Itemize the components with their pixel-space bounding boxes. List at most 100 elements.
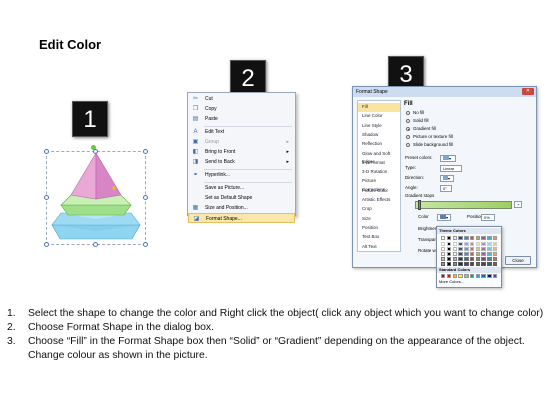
dialog-nav-crop[interactable]: Crop — [358, 205, 400, 214]
color-swatch[interactable] — [441, 252, 446, 256]
color-swatch[interactable] — [469, 252, 475, 256]
color-swatch[interactable] — [469, 247, 475, 251]
color-swatch[interactable] — [475, 262, 481, 266]
color-swatch[interactable] — [458, 252, 463, 256]
more-colors-link[interactable]: More Colors... — [439, 279, 464, 284]
dialog-close-icon[interactable]: ✕ — [522, 88, 534, 95]
color-swatch[interactable] — [469, 262, 475, 266]
color-swatch[interactable] — [464, 257, 469, 261]
dialog-nav-shadow[interactable]: Shadow — [358, 131, 400, 140]
dialog-nav-size[interactable]: Size — [358, 215, 400, 224]
color-swatch[interactable] — [452, 252, 457, 256]
menu-item-send-to-back[interactable]: ◨ Send to Back ▸ — [188, 157, 295, 167]
color-swatch[interactable] — [475, 247, 481, 251]
color-swatch[interactable] — [446, 247, 452, 251]
preset-colors-dropdown[interactable]: ▾ — [440, 155, 456, 162]
menu-item-set-as-default-shape[interactable]: Set as Default Shape — [188, 193, 295, 203]
pyramid-shape[interactable] — [44, 145, 148, 251]
dialog-nav-position[interactable]: Position — [358, 224, 400, 233]
color-swatch[interactable] — [446, 236, 452, 240]
color-swatch[interactable] — [464, 262, 469, 266]
color-swatch[interactable] — [441, 274, 446, 278]
color-swatch[interactable] — [452, 274, 457, 278]
color-swatch[interactable] — [458, 242, 463, 246]
color-swatch[interactable] — [441, 247, 446, 251]
radio-icon[interactable] — [406, 111, 410, 115]
color-swatch[interactable] — [475, 252, 481, 256]
color-swatch[interactable] — [464, 247, 469, 251]
menu-item-bring-to-front[interactable]: ◧ Bring to Front ▸ — [188, 147, 295, 157]
radio-icon[interactable] — [406, 119, 410, 123]
menu-item-cut[interactable]: ✂ Cut — [188, 94, 295, 104]
color-swatch[interactable] — [452, 242, 457, 246]
color-swatch[interactable] — [493, 236, 498, 240]
menu-item-hyperlink[interactable]: ⚭ Hyperlink... — [188, 170, 295, 180]
add-stop-button[interactable]: + — [514, 201, 522, 208]
menu-item-copy[interactable]: ❐ Copy — [188, 104, 295, 114]
fill-option-no-fill[interactable]: No fill — [406, 110, 424, 116]
color-swatch[interactable] — [469, 257, 475, 261]
color-swatch[interactable] — [481, 236, 486, 240]
color-swatch[interactable] — [464, 236, 469, 240]
color-swatch[interactable] — [481, 257, 486, 261]
color-swatch[interactable] — [475, 257, 481, 261]
color-swatch[interactable] — [475, 236, 481, 240]
color-swatch[interactable] — [487, 257, 492, 261]
color-swatch[interactable] — [469, 274, 475, 278]
dialog-nav-text-box[interactable]: Text Box — [358, 233, 400, 242]
fill-option-solid-fill[interactable]: Solid fill — [406, 118, 429, 124]
color-swatch[interactable] — [441, 236, 446, 240]
color-swatch[interactable] — [481, 274, 486, 278]
color-swatch[interactable] — [493, 274, 498, 278]
fill-option-gradient-fill[interactable]: Gradient fill — [406, 126, 436, 132]
color-swatch[interactable] — [441, 262, 446, 266]
color-swatch[interactable] — [458, 262, 463, 266]
type-dropdown[interactable]: Linear — [440, 165, 462, 172]
color-swatch[interactable] — [446, 274, 452, 278]
color-swatch[interactable] — [469, 236, 475, 240]
gradient-stop-handle[interactable] — [418, 200, 421, 210]
color-swatch[interactable] — [458, 274, 463, 278]
position-input[interactable]: 0% — [481, 214, 495, 221]
color-swatch[interactable] — [464, 274, 469, 278]
color-swatch[interactable] — [464, 242, 469, 246]
color-swatch[interactable] — [493, 247, 498, 251]
gradient-bar[interactable] — [415, 201, 512, 209]
color-swatch[interactable] — [475, 242, 481, 246]
color-swatch[interactable] — [452, 262, 457, 266]
color-swatch[interactable] — [481, 262, 486, 266]
color-swatch[interactable] — [487, 262, 492, 266]
color-swatch[interactable] — [458, 247, 463, 251]
color-swatch[interactable] — [452, 257, 457, 261]
dialog-nav-picture-corrections[interactable]: Picture Corrections — [358, 177, 400, 192]
fill-option-picture-or-texture-fill[interactable]: Picture or texture fill — [406, 134, 453, 140]
color-swatch[interactable] — [452, 247, 457, 251]
dialog-nav-3-d-format[interactable]: 3-D Format — [358, 159, 400, 168]
color-swatch[interactable] — [487, 274, 492, 278]
color-swatch[interactable] — [493, 262, 498, 266]
dialog-nav-picture-color[interactable]: Picture Color — [358, 187, 400, 196]
dialog-nav-fill[interactable]: Fill — [358, 103, 400, 112]
color-swatch[interactable] — [446, 242, 452, 246]
color-swatch[interactable] — [441, 257, 446, 261]
color-picker-button[interactable]: ▾ — [437, 214, 451, 221]
menu-item-size-and-position[interactable]: ▦ Size and Position... — [188, 203, 295, 213]
color-swatch[interactable] — [464, 252, 469, 256]
color-swatch[interactable] — [493, 252, 498, 256]
color-swatch[interactable] — [458, 236, 463, 240]
dialog-nav-reflection[interactable]: Reflection — [358, 140, 400, 149]
color-swatch[interactable] — [487, 242, 492, 246]
dialog-nav-3-d-rotation[interactable]: 3-D Rotation — [358, 168, 400, 177]
color-swatch[interactable] — [481, 242, 486, 246]
dialog-nav-alt-text[interactable]: Alt Text — [358, 243, 400, 252]
radio-icon[interactable] — [406, 127, 410, 131]
color-swatch[interactable] — [487, 236, 492, 240]
color-swatch[interactable] — [446, 262, 452, 266]
color-swatch[interactable] — [481, 247, 486, 251]
menu-item-edit-text[interactable]: A Edit Text — [188, 127, 295, 137]
color-swatch[interactable] — [446, 257, 452, 261]
dialog-nav-line-style[interactable]: Line Style — [358, 122, 400, 131]
menu-item-format-shape[interactable]: ◪ Format Shape... — [188, 213, 295, 223]
dialog-close-button[interactable]: Close — [505, 256, 531, 265]
color-swatch[interactable] — [446, 252, 452, 256]
